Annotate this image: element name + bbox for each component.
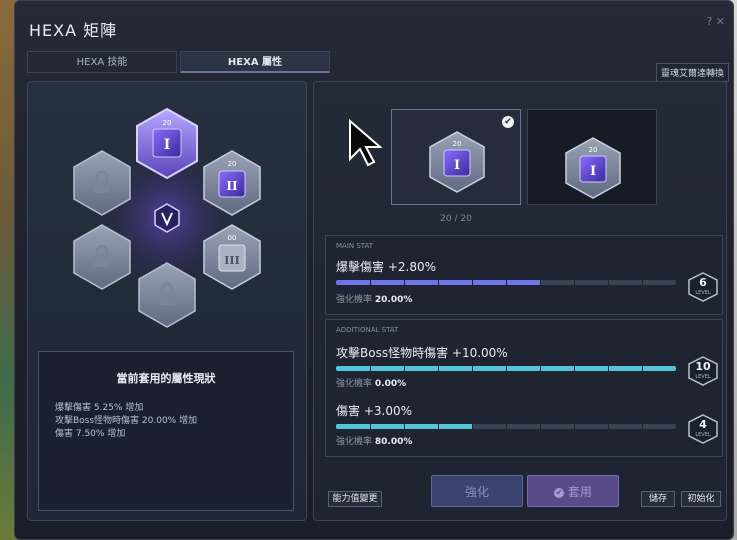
additional-stat-level-badge-1: 10 LEVEL — [686, 356, 720, 386]
main-stat-progress-bar — [336, 280, 676, 285]
bar-segment — [642, 366, 643, 371]
hex-node-level: 20 — [163, 119, 172, 127]
status-title: 當前套用的屬性現狀 — [116, 372, 216, 385]
bar-segment — [574, 424, 575, 429]
bar-segment — [574, 280, 575, 285]
bar-segment — [574, 366, 575, 371]
slot-core-icon: I 20 — [429, 131, 485, 193]
save-button[interactable]: 儲存 — [641, 491, 675, 507]
svg-text:I: I — [590, 164, 596, 179]
additional-stat-name-1: 攻擊Boss怪物時傷害 +10.00% — [336, 346, 508, 360]
main-stat-level-badge: 6 LEVEL — [686, 272, 720, 302]
main-stat-header: MAIN STAT — [336, 242, 374, 250]
bar-segment — [540, 424, 541, 429]
bar-segment — [506, 280, 507, 285]
v-emblem-icon — [154, 203, 180, 233]
svg-text:III: III — [224, 254, 239, 267]
status-line: 傷害 7.50% 增加 — [55, 429, 126, 439]
additional-stat-progress-bar-1 — [336, 366, 676, 371]
slot-core-icon: I 20 — [565, 137, 621, 199]
bar-segment — [404, 366, 405, 371]
bar-segment — [608, 366, 609, 371]
bar-segment — [370, 424, 371, 429]
bar-segment — [438, 424, 439, 429]
bar-segment — [608, 280, 609, 285]
status-line: 攻擊Boss怪物時傷害 20.00% 增加 — [55, 416, 198, 426]
current-stat-status-box: 當前套用的屬性現狀 爆擊傷害 5.25% 增加 攻擊Boss怪物時傷害 20.0… — [38, 351, 294, 511]
bar-segment — [642, 424, 643, 429]
additional-stat-header: ADDITIONAL STAT — [336, 326, 399, 334]
main-stat-rate: 強化機率 20.00% — [336, 295, 413, 305]
apply-button[interactable]: ✔ 套用 — [527, 475, 619, 507]
window-controls[interactable]: ? ✕ — [706, 15, 725, 28]
additional-stat-level-badge-2: 4 LEVEL — [686, 414, 720, 444]
bar-segment — [438, 366, 439, 371]
additional-stat-progress-bar-2 — [336, 424, 676, 429]
main-stat-name: 爆擊傷害 +2.80% — [336, 260, 436, 274]
hex-node-level: 20 — [228, 160, 237, 168]
hex-grid: I 20 II 20 III 00 — [73, 107, 261, 328]
main-stat-box: MAIN STAT 爆擊傷害 +2.80% 強化機率 20.00% 6 LEVE… — [325, 235, 723, 315]
slot-level-count: 20 / 20 — [440, 214, 472, 224]
check-circle-icon: ✔ — [554, 487, 565, 498]
svg-text:20: 20 — [589, 146, 598, 154]
additional-stat-rate-2: 強化機率 80.00% — [336, 437, 413, 447]
apply-label: 套用 — [567, 485, 592, 499]
bar-segment — [404, 280, 405, 285]
reset-button[interactable]: 初始化 — [681, 491, 721, 507]
svg-text:I: I — [454, 158, 460, 173]
bar-segment — [370, 366, 371, 371]
transfer-button[interactable]: 靈魂艾爾達轉換 — [655, 63, 729, 82]
status-line: 爆擊傷害 5.25% 增加 — [55, 403, 144, 413]
enhance-button[interactable]: 強化 — [431, 475, 523, 507]
svg-text:II: II — [226, 179, 238, 193]
bar-segment — [404, 424, 405, 429]
svg-text:20: 20 — [453, 140, 462, 148]
additional-stat-name-2: 傷害 +3.00% — [336, 404, 412, 418]
additional-stat-box: ADDITIONAL STAT 攻擊Boss怪物時傷害 +10.00% 強化機率… — [325, 319, 723, 457]
mouse-cursor-icon — [349, 119, 383, 167]
bar-segment — [472, 366, 473, 371]
stat-core-slot-1[interactable]: ✔ I 20 — [391, 109, 521, 205]
additional-stat-rate-1: 強化機率 0.00% — [336, 379, 407, 389]
hex-node-level: 00 — [228, 234, 237, 242]
hexa-matrix-window: HEXA 矩陣 ? ✕ HEXA 技能 HEXA 屬性 靈魂艾爾達轉換 I 20… — [14, 0, 734, 540]
bar-segment — [370, 280, 371, 285]
bar-segment — [438, 280, 439, 285]
bar-segment — [608, 424, 609, 429]
bar-segment — [506, 366, 507, 371]
change-stat-button[interactable]: 能力值變更 — [328, 491, 382, 507]
bar-segment — [472, 424, 473, 429]
stat-core-slot-2[interactable]: I 20 — [527, 109, 657, 205]
svg-text:I: I — [164, 137, 171, 153]
bar-segment — [506, 424, 507, 429]
bar-segment — [540, 280, 541, 285]
bar-segment — [472, 280, 473, 285]
bar-segment — [540, 366, 541, 371]
bar-segment — [642, 280, 643, 285]
